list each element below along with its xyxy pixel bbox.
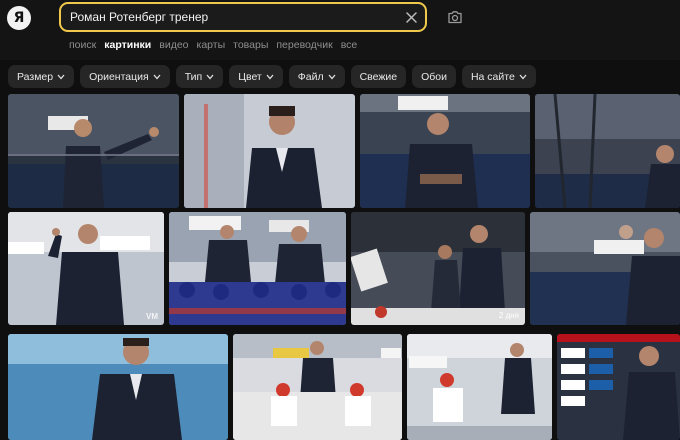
- filter-label: Свежие: [359, 70, 398, 83]
- tab-search[interactable]: поиск: [69, 39, 96, 51]
- image-result[interactable]: [557, 334, 680, 440]
- search-tabs: поиск картинки видео карты товары перево…: [69, 39, 365, 51]
- tab-video[interactable]: видео: [159, 39, 188, 51]
- filter-label: Обои: [421, 70, 447, 83]
- tab-translator[interactable]: переводчик: [276, 39, 332, 51]
- yandex-logo[interactable]: Я: [7, 6, 31, 30]
- filter-type[interactable]: Тип: [175, 65, 224, 88]
- image-result[interactable]: [407, 334, 552, 440]
- chevron-down-icon: [206, 74, 214, 80]
- chevron-down-icon: [266, 74, 274, 80]
- chevron-down-icon: [328, 74, 336, 80]
- image-result[interactable]: 2 дня: [351, 212, 525, 325]
- filter-label: Тип: [184, 70, 203, 83]
- filter-fresh[interactable]: Свежие: [350, 65, 407, 88]
- age-label: 2 дня: [498, 311, 519, 320]
- image-result[interactable]: [8, 94, 179, 208]
- chevron-down-icon: [57, 74, 65, 80]
- clear-icon[interactable]: [397, 4, 425, 30]
- watermark-text: VM: [146, 312, 158, 321]
- image-result[interactable]: [184, 94, 355, 208]
- image-result[interactable]: [233, 334, 402, 440]
- filter-label: Ориентация: [89, 70, 149, 83]
- image-result[interactable]: [8, 334, 228, 440]
- search-input[interactable]: [61, 4, 397, 30]
- filter-wallpapers[interactable]: Обои: [412, 65, 456, 88]
- filter-file[interactable]: Файл: [288, 65, 345, 88]
- filter-orientation[interactable]: Ориентация: [80, 65, 170, 88]
- filter-label: Цвет: [238, 70, 262, 83]
- filter-label: Файл: [297, 70, 324, 83]
- image-result[interactable]: [360, 94, 530, 208]
- image-result[interactable]: [169, 212, 346, 325]
- tab-all[interactable]: все: [341, 39, 358, 51]
- filter-label: Размер: [17, 70, 54, 83]
- chevron-down-icon: [153, 74, 161, 80]
- filter-on-site[interactable]: На сайте: [461, 65, 536, 88]
- filter-bar: Размер Ориентация Тип Цвет Файл Свежие О…: [8, 65, 542, 88]
- search-box[interactable]: [59, 2, 427, 32]
- header: Я поиск картинки видео карты товары пере…: [0, 0, 680, 60]
- image-result[interactable]: [530, 212, 680, 325]
- chevron-down-icon: [519, 74, 527, 80]
- filter-color[interactable]: Цвет: [229, 65, 283, 88]
- filter-size[interactable]: Размер: [8, 65, 75, 88]
- image-result[interactable]: VM: [8, 212, 164, 325]
- tab-images[interactable]: картинки: [104, 39, 151, 51]
- camera-search-icon[interactable]: [445, 8, 465, 26]
- filter-label: На сайте: [470, 70, 515, 83]
- tab-maps[interactable]: карты: [197, 39, 226, 51]
- image-result[interactable]: [535, 94, 680, 208]
- tab-products[interactable]: товары: [233, 39, 268, 51]
